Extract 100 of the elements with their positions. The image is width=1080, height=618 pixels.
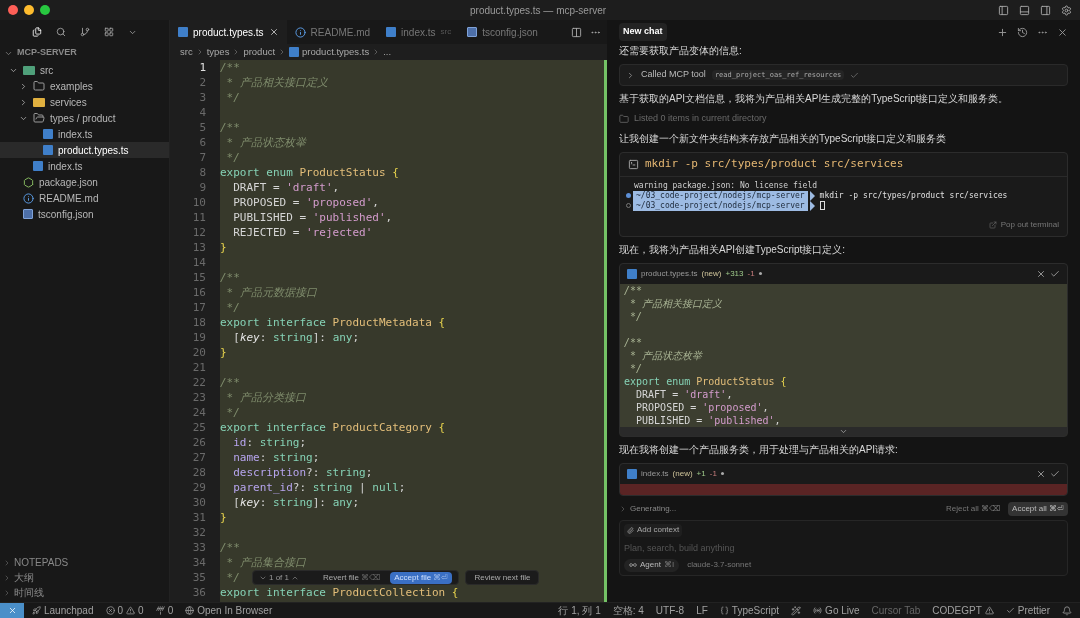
- accept-file-button[interactable]: Accept file ⌘⏎: [390, 571, 453, 584]
- breadcrumb-item[interactable]: types: [206, 44, 230, 60]
- breadcrumb-item[interactable]: ...: [383, 44, 392, 60]
- add-context-button[interactable]: Add context: [624, 523, 683, 537]
- code-token: PROPOSED =: [635, 401, 698, 413]
- code-token: }: [220, 346, 227, 359]
- folder-icon: [23, 65, 35, 75]
- go-live-item[interactable]: Go Live: [825, 603, 860, 618]
- line-number: 7: [199, 150, 206, 165]
- file-tree-item[interactable]: types / product: [0, 110, 169, 126]
- pop-out-icon: [988, 220, 997, 229]
- file-tree-item[interactable]: product.types.ts: [0, 142, 169, 158]
- code-token: * 产品相关接口定义: [225, 76, 328, 89]
- code-token: ProductMetadata: [332, 316, 433, 329]
- accept-button[interactable]: [1050, 468, 1060, 479]
- file-tree-item[interactable]: tsconfig.json: [0, 206, 169, 222]
- code-token: }: [220, 511, 227, 524]
- line-number: 22: [192, 375, 206, 390]
- split-editor-icon[interactable]: [571, 26, 582, 38]
- file-tree-item[interactable]: index.ts: [0, 158, 169, 174]
- launchpad-item[interactable]: Launchpad: [44, 603, 94, 618]
- status-item[interactable]: LF: [696, 603, 708, 618]
- agent-mode-button[interactable]: Agent ⌘I: [624, 558, 680, 572]
- revert-file-button[interactable]: Revert file ⌘⌫: [323, 571, 381, 584]
- sidebar-section-header[interactable]: NOTEPADS: [14, 555, 69, 570]
- accept-button[interactable]: [1050, 268, 1060, 279]
- maximize-window-button[interactable]: [40, 5, 50, 15]
- status-item[interactable]: 行 1, 列 1: [558, 603, 601, 618]
- file-tree-item[interactable]: package.json: [0, 174, 169, 190]
- terminal-output: warning package.json: No license field: [633, 180, 819, 191]
- editor-tab[interactable]: tsconfig.json: [459, 20, 546, 44]
- settings-icon[interactable]: [1061, 4, 1072, 16]
- line-number: 36: [192, 585, 206, 600]
- toggle-panel-icon[interactable]: [1019, 4, 1030, 16]
- toggle-sidebar-icon[interactable]: [998, 4, 1009, 16]
- language-mode[interactable]: TypeScript: [731, 603, 780, 618]
- error-count[interactable]: 0: [117, 603, 124, 618]
- breadcrumb-item[interactable]: product: [243, 44, 276, 60]
- reject-all-button[interactable]: Reject all ⌘⌫: [945, 502, 1001, 515]
- status-item[interactable]: UTF-8: [655, 603, 685, 618]
- file-tree-item[interactable]: examples: [0, 78, 169, 94]
- pop-out-terminal-button[interactable]: Pop out terminal: [1000, 218, 1059, 231]
- line-number: 2: [199, 75, 206, 90]
- sidebar-section-header[interactable]: 时间线: [14, 585, 44, 600]
- globe-icon: [185, 606, 195, 615]
- toggle-secondary-sidebar-icon[interactable]: [1040, 4, 1051, 16]
- line-number: 19: [192, 330, 206, 345]
- line-number: 21: [192, 360, 206, 375]
- close-icon[interactable]: [268, 27, 279, 37]
- code-token: {: [438, 316, 446, 329]
- typescript-file-icon: [627, 268, 637, 279]
- chevron-right-icon: [619, 504, 627, 513]
- breadcrumb-item[interactable]: src: [180, 44, 193, 60]
- editor-tab[interactable]: README.md: [286, 20, 379, 44]
- model-selector[interactable]: claude-3.7-sonnet: [687, 559, 752, 571]
- history-icon[interactable]: [1017, 26, 1028, 38]
- ports-count[interactable]: 0: [167, 603, 174, 618]
- line-number: 33: [192, 540, 206, 555]
- file-tree-item[interactable]: services: [0, 94, 169, 110]
- accept-all-button[interactable]: Accept all ⌘⏎: [1008, 501, 1068, 516]
- reject-button[interactable]: [1036, 268, 1046, 279]
- source-control-icon[interactable]: [79, 26, 90, 38]
- reject-button[interactable]: [1036, 468, 1046, 479]
- diff-file-name[interactable]: product.types.ts: [641, 267, 698, 280]
- warning-icon: [984, 606, 994, 615]
- review-next-file-button[interactable]: Review next file: [465, 570, 540, 585]
- notifications-icon[interactable]: [1062, 605, 1072, 616]
- file-tree-item[interactable]: src: [0, 62, 169, 78]
- chat-tab[interactable]: New chat: [619, 23, 667, 41]
- extensions-icon[interactable]: [103, 26, 114, 38]
- close-window-button[interactable]: [8, 5, 18, 15]
- wand-icon[interactable]: [791, 605, 802, 616]
- file-tree-item[interactable]: index.ts: [0, 126, 169, 142]
- prettier-item[interactable]: Prettier: [1017, 603, 1050, 618]
- code-token: * 产品状态枚举: [225, 136, 306, 149]
- codegpt-item[interactable]: CODEGPT: [932, 603, 982, 618]
- breadcrumb-item[interactable]: product.types.ts: [302, 44, 370, 60]
- status-item[interactable]: 空格: 4: [612, 603, 644, 618]
- code-token: string: [273, 496, 313, 509]
- warning-count[interactable]: 0: [138, 603, 144, 618]
- remote-button[interactable]: [0, 603, 24, 618]
- code-token: ;: [312, 451, 320, 464]
- close-icon[interactable]: [1057, 26, 1068, 38]
- listed-items-note: Listed 0 items in current directory: [634, 112, 767, 125]
- minimize-window-button[interactable]: [24, 5, 34, 15]
- code-token: export interface: [220, 421, 327, 434]
- open-in-browser-item[interactable]: Open In Browser: [197, 603, 273, 618]
- sidebar-section-header[interactable]: 大纲: [14, 570, 34, 585]
- prompt-path: ~/03_code-project/nodejs/mcp-server: [633, 200, 808, 211]
- explorer-icon[interactable]: [32, 26, 42, 38]
- new-chat-icon[interactable]: [997, 26, 1008, 38]
- terminal-cursor: [819, 201, 825, 210]
- search-icon[interactable]: [55, 26, 66, 38]
- typescript-file-icon: [627, 468, 637, 479]
- diff-file-name[interactable]: index.ts: [641, 467, 669, 480]
- explorer-title[interactable]: MCP-SERVER: [17, 46, 77, 60]
- paperclip-icon: [627, 526, 634, 534]
- code-token: ProductStatus: [696, 375, 776, 387]
- editor-tab[interactable]: product.types.ts: [170, 20, 287, 44]
- file-tree-item[interactable]: README.md: [0, 190, 169, 206]
